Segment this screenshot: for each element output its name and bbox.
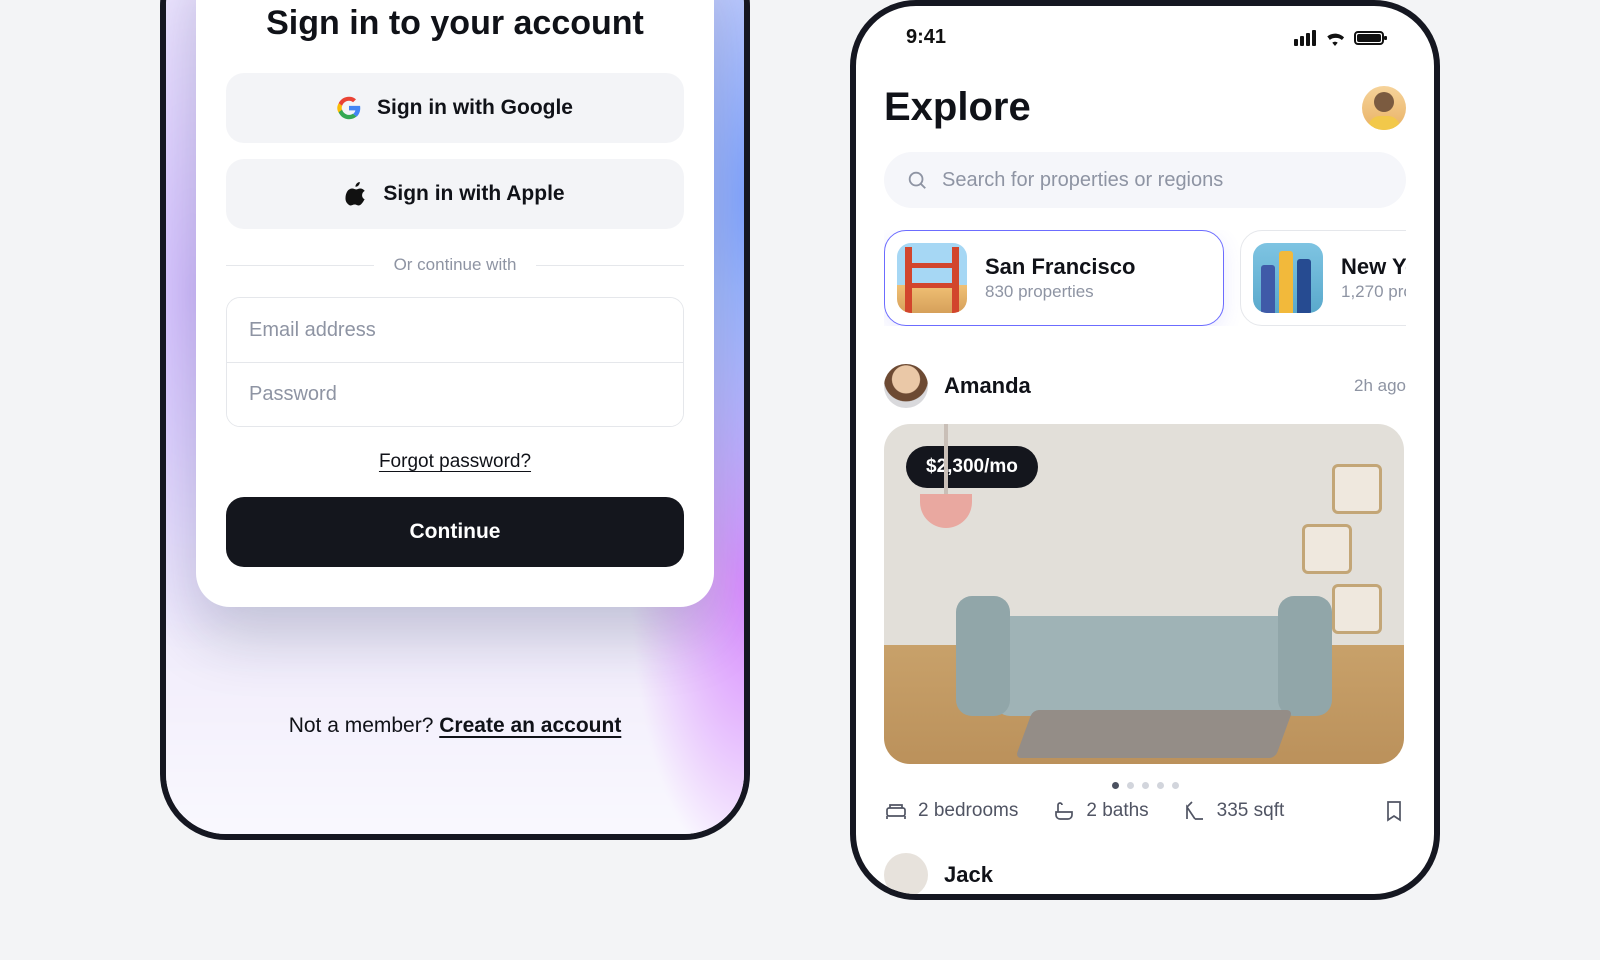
cellular-icon xyxy=(1294,30,1316,46)
status-time: 9:41 xyxy=(906,26,946,49)
meta-bedrooms: 2 bedrooms xyxy=(884,799,1018,823)
explore-header: Explore xyxy=(884,85,1406,130)
price-badge: $2,300/mo xyxy=(906,446,1038,488)
signup-prefix: Not a member? xyxy=(289,714,440,737)
search-placeholder: Search for properties or regions xyxy=(942,169,1223,192)
listing-meta: 2 bedrooms 2 baths 335 sqft xyxy=(884,799,1406,823)
sqft-icon xyxy=(1183,799,1207,823)
meta-baths-label: 2 baths xyxy=(1086,800,1148,822)
post-author[interactable]: Amanda xyxy=(884,364,1031,408)
carousel-dots[interactable] xyxy=(884,782,1406,789)
signin-card: Sign in to your account Sign in with Goo… xyxy=(196,0,714,607)
author-name: Amanda xyxy=(944,373,1031,399)
profile-avatar[interactable] xyxy=(1362,86,1406,130)
region-name: San Francisco xyxy=(985,254,1135,280)
meta-sqft-label: 335 sqft xyxy=(1217,800,1285,822)
meta-baths: 2 baths xyxy=(1052,799,1148,823)
page-title: Explore xyxy=(884,85,1031,130)
region-thumb-sf xyxy=(897,243,967,313)
author-avatar xyxy=(884,853,928,897)
region-chips[interactable]: San Francisco 830 properties New York 1,… xyxy=(884,230,1406,326)
post-header: Amanda 2h ago xyxy=(884,364,1406,408)
status-bar: 9:41 xyxy=(856,6,1434,57)
search-input[interactable]: Search for properties or regions xyxy=(884,152,1406,208)
signin-with-google-button[interactable]: Sign in with Google xyxy=(226,73,684,143)
region-chip-sf[interactable]: San Francisco 830 properties xyxy=(884,230,1224,326)
password-field[interactable] xyxy=(227,362,683,426)
create-account-link[interactable]: Create an account xyxy=(439,714,621,737)
region-count: 830 properties xyxy=(985,282,1135,302)
signin-with-apple-button[interactable]: Sign in with Apple xyxy=(226,159,684,229)
next-post-header: Jack xyxy=(884,853,1406,897)
region-count: 1,270 properties xyxy=(1341,282,1406,302)
apple-icon xyxy=(345,182,367,206)
status-icons xyxy=(1294,30,1384,46)
apple-label: Sign in with Apple xyxy=(383,182,564,206)
signin-title: Sign in to your account xyxy=(226,4,684,43)
continue-button[interactable]: Continue xyxy=(226,497,684,567)
region-chip-ny[interactable]: New York 1,270 properties xyxy=(1240,230,1406,326)
phone-explore: 9:41 Explore Search for properties or re… xyxy=(850,0,1440,900)
battery-icon xyxy=(1354,31,1384,45)
listing-card[interactable]: $2,300/mo xyxy=(884,424,1404,764)
author-avatar xyxy=(884,364,928,408)
divider-label: Or continue with xyxy=(394,255,517,275)
region-thumb-ny xyxy=(1253,243,1323,313)
bed-icon xyxy=(884,799,908,823)
bath-icon xyxy=(1052,799,1076,823)
listing-carousel[interactable]: $2,300/mo xyxy=(884,424,1406,764)
signup-footer: Not a member? Create an account xyxy=(166,714,744,738)
meta-bedrooms-label: 2 bedrooms xyxy=(918,800,1018,822)
google-icon xyxy=(337,96,361,120)
forgot-password-link[interactable]: Forgot password? xyxy=(226,451,684,473)
region-name: New York xyxy=(1341,254,1406,280)
divider-or: Or continue with xyxy=(226,255,684,275)
meta-sqft: 335 sqft xyxy=(1183,799,1285,823)
credential-fields xyxy=(226,297,684,427)
email-field[interactable] xyxy=(227,298,683,362)
continue-label: Continue xyxy=(410,520,501,544)
google-label: Sign in with Google xyxy=(377,96,573,120)
bookmark-icon xyxy=(1382,799,1406,823)
wifi-icon xyxy=(1324,30,1346,46)
phone-signin: Sign in to your account Sign in with Goo… xyxy=(160,0,750,840)
post-time: 2h ago xyxy=(1354,376,1406,396)
search-icon xyxy=(906,169,928,191)
author-name: Jack xyxy=(944,862,993,888)
bookmark-button[interactable] xyxy=(1382,799,1406,823)
